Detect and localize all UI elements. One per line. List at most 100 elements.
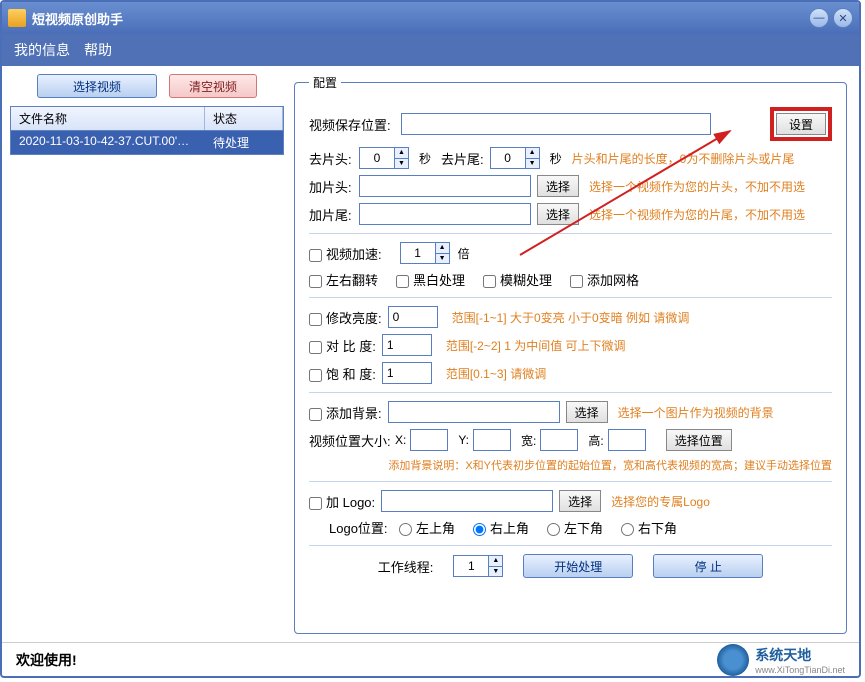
trim-head-label: 去片头: xyxy=(309,149,359,168)
select-position-button[interactable]: 选择位置 xyxy=(666,429,732,451)
x-input[interactable] xyxy=(410,429,448,451)
bg-checkbox[interactable] xyxy=(309,408,322,421)
grid-checkbox[interactable] xyxy=(570,275,583,288)
add-head-input[interactable] xyxy=(359,175,531,197)
stop-button[interactable]: 停 止 xyxy=(653,554,763,578)
blur-checkbox-label[interactable]: 模糊处理 xyxy=(483,270,552,289)
bg-checkbox-label[interactable]: 添加背景: xyxy=(309,403,382,422)
trim-head-input[interactable] xyxy=(359,147,395,169)
w-input[interactable] xyxy=(540,429,578,451)
y-input[interactable] xyxy=(473,429,511,451)
brand-url: www.XiTongTianDi.net xyxy=(755,665,845,675)
logo-input[interactable] xyxy=(381,490,553,512)
w-label: 宽: xyxy=(521,432,536,449)
bw-checkbox-label[interactable]: 黑白处理 xyxy=(396,270,465,289)
threads-label: 工作线程: xyxy=(378,557,434,576)
pos-bl-radio[interactable] xyxy=(547,523,560,536)
threads-spinner[interactable]: ▲▼ xyxy=(489,555,503,577)
trim-tip: 片头和片尾的长度，0为不删除片头或片尾 xyxy=(572,150,795,167)
config-legend: 配置 xyxy=(309,74,341,91)
window-title: 短视频原创助手 xyxy=(32,9,805,28)
speed-unit: 倍 xyxy=(458,245,470,262)
grid-checkbox-label[interactable]: 添加网格 xyxy=(570,270,639,289)
contrast-input[interactable] xyxy=(382,334,432,356)
pos-tl-radio[interactable] xyxy=(399,523,412,536)
select-video-button[interactable]: 选择视频 xyxy=(37,74,157,98)
col-status[interactable]: 状态 xyxy=(205,107,283,130)
saturation-checkbox-label[interactable]: 饱 和 度: xyxy=(309,364,376,383)
col-filename[interactable]: 文件名称 xyxy=(11,107,205,130)
brightness-tip: 范围[-1~1] 大于0变亮 小于0变暗 例如 请微调 xyxy=(452,309,690,326)
trim-tail-input[interactable] xyxy=(490,147,526,169)
pos-tr-radio[interactable] xyxy=(473,523,486,536)
minimize-button[interactable]: — xyxy=(809,8,829,28)
brightness-checkbox[interactable] xyxy=(309,313,322,326)
logo-checkbox[interactable] xyxy=(309,497,322,510)
contrast-checkbox[interactable] xyxy=(309,341,322,354)
logo-position-label: Logo位置: xyxy=(329,518,399,537)
flip-checkbox-label[interactable]: 左右翻转 xyxy=(309,270,378,289)
menu-my-info[interactable]: 我的信息 xyxy=(14,40,70,60)
brand-name: 系统天地 xyxy=(755,645,845,665)
sec-label-1: 秒 xyxy=(419,150,431,167)
trim-head-spinner[interactable]: ▲▼ xyxy=(395,147,409,169)
add-tail-input[interactable] xyxy=(359,203,531,225)
brightness-checkbox-label[interactable]: 修改亮度: xyxy=(309,308,382,327)
contrast-checkbox-label[interactable]: 对 比 度: xyxy=(309,336,376,355)
logo-checkbox-label[interactable]: 加 Logo: xyxy=(309,492,375,511)
bw-checkbox[interactable] xyxy=(396,275,409,288)
blur-checkbox[interactable] xyxy=(483,275,496,288)
add-tail-label: 加片尾: xyxy=(309,205,359,224)
add-head-label: 加片头: xyxy=(309,177,359,196)
speed-checkbox[interactable] xyxy=(309,249,322,262)
x-label: X: xyxy=(395,433,406,447)
pos-bl-radio-label[interactable]: 左下角 xyxy=(547,518,603,537)
add-tail-tip: 选择一个视频作为您的片尾，不加不用选 xyxy=(589,206,805,223)
sec-label-2: 秒 xyxy=(550,150,562,167)
h-label: 高: xyxy=(588,432,603,449)
start-button[interactable]: 开始处理 xyxy=(523,554,633,578)
menu-bar: 我的信息 帮助 xyxy=(2,34,859,66)
bg-choose-button[interactable]: 选择 xyxy=(566,401,608,423)
add-head-choose-button[interactable]: 选择 xyxy=(537,175,579,197)
brand: 系统天地 www.XiTongTianDi.net xyxy=(717,644,845,676)
saturation-input[interactable] xyxy=(382,362,432,384)
speed-input[interactable] xyxy=(400,242,436,264)
left-panel: 选择视频 清空视频 文件名称 状态 2020-11-03-10-42-37.CU… xyxy=(2,66,292,642)
bg-tip: 选择一个图片作为视频的背景 xyxy=(618,404,774,421)
bg-note: 添加背景说明：X和Y代表初步位置的起始位置，宽和高代表视频的宽高；建议手动选择位… xyxy=(309,457,832,473)
brightness-input[interactable] xyxy=(388,306,438,328)
y-label: Y: xyxy=(458,433,469,447)
clear-video-button[interactable]: 清空视频 xyxy=(169,74,257,98)
config-group: 配置 视频保存位置: 设置 去片头: ▲▼ 秒 去片尾: ▲▼ 秒 片 xyxy=(294,74,847,634)
logo-choose-button[interactable]: 选择 xyxy=(559,490,601,512)
pos-br-radio[interactable] xyxy=(621,523,634,536)
app-window: 短视频原创助手 — ✕ 我的信息 帮助 选择视频 清空视频 文件名称 状态 20… xyxy=(0,0,861,678)
logo-tip: 选择您的专属Logo xyxy=(611,493,710,510)
h-input[interactable] xyxy=(608,429,646,451)
bg-input[interactable] xyxy=(388,401,560,423)
settings-highlight: 设置 xyxy=(770,107,832,141)
flip-checkbox[interactable] xyxy=(309,275,322,288)
speed-spinner[interactable]: ▲▼ xyxy=(436,242,450,264)
pos-tr-radio-label[interactable]: 右上角 xyxy=(473,518,529,537)
trim-tail-spinner[interactable]: ▲▼ xyxy=(526,147,540,169)
save-location-label: 视频保存位置: xyxy=(309,115,401,134)
close-button[interactable]: ✕ xyxy=(833,8,853,28)
table-row[interactable]: 2020-11-03-10-42-37.CUT.00'… 待处理 xyxy=(11,131,283,154)
threads-input[interactable] xyxy=(453,555,489,577)
add-tail-choose-button[interactable]: 选择 xyxy=(537,203,579,225)
menu-help[interactable]: 帮助 xyxy=(84,40,112,60)
speed-checkbox-label[interactable]: 视频加速: xyxy=(309,244,382,263)
pos-br-radio-label[interactable]: 右下角 xyxy=(621,518,677,537)
settings-button[interactable]: 设置 xyxy=(776,113,826,135)
pos-tl-radio-label[interactable]: 左上角 xyxy=(399,518,455,537)
welcome-text: 欢迎使用! xyxy=(16,650,77,670)
app-icon xyxy=(8,9,26,27)
save-location-input[interactable] xyxy=(401,113,711,135)
saturation-checkbox[interactable] xyxy=(309,369,322,382)
brand-icon xyxy=(717,644,749,676)
cell-status: 待处理 xyxy=(205,131,283,154)
saturation-tip: 范围[0.1~3] 请微调 xyxy=(446,365,546,382)
contrast-tip: 范围[-2~2] 1 为中间值 可上下微调 xyxy=(446,337,626,354)
